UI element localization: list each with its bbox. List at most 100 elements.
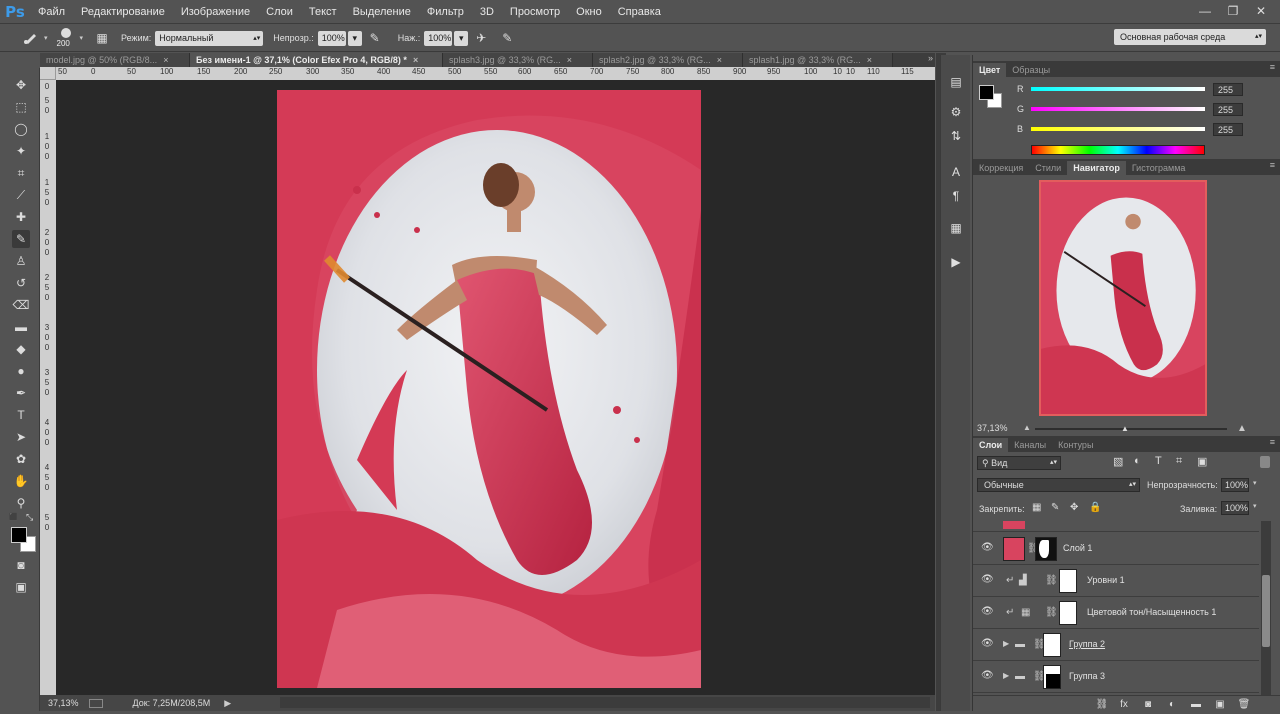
lock-transparent-icon[interactable]: ▦ xyxy=(1032,502,1041,513)
lock-position-icon[interactable]: ✥ xyxy=(1070,502,1078,513)
close-tab-icon[interactable]: × xyxy=(717,55,722,65)
pressure-opacity-icon[interactable]: ✎ xyxy=(366,29,384,47)
layers-scrollbar[interactable] xyxy=(1261,521,1271,697)
menu-image[interactable]: Изображение xyxy=(173,0,258,24)
eyedropper-tool-icon[interactable]: ⟋ xyxy=(12,186,30,204)
tab-channels[interactable]: Каналы xyxy=(1008,438,1052,452)
gradient-tool-icon[interactable]: ▬ xyxy=(12,318,30,336)
tab-swatches[interactable]: Образцы xyxy=(1006,63,1056,77)
filter-adjust-icon[interactable]: ◐ xyxy=(1134,455,1141,467)
layer-opacity-input[interactable]: 100% xyxy=(1221,478,1249,492)
menu-help[interactable]: Справка xyxy=(610,0,669,24)
shape-tool-icon[interactable]: ✿ xyxy=(12,450,30,468)
visibility-eye-icon[interactable]: 👁 xyxy=(981,606,994,618)
filter-shape-icon[interactable]: ⌗ xyxy=(1176,455,1182,468)
r-value[interactable]: 255 xyxy=(1213,82,1243,96)
link-layers-icon[interactable]: ⛓ xyxy=(1093,696,1111,714)
color-spectrum-bar[interactable] xyxy=(1031,145,1205,155)
tab-splash3[interactable]: splash3.jpg @ 33,3% (RG... × xyxy=(443,53,593,67)
flow-input[interactable]: 100% xyxy=(424,30,453,46)
crop-tool-icon[interactable]: ⌗ xyxy=(12,164,30,182)
menu-edit[interactable]: Редактирование xyxy=(73,0,173,24)
dodge-tool-icon[interactable]: ● xyxy=(12,362,30,380)
blend-mode-select[interactable]: Обычные ▴▾ xyxy=(977,478,1140,492)
paragraph-panel-icon[interactable]: ¶ xyxy=(946,187,966,205)
tab-styles[interactable]: Стили xyxy=(1029,161,1067,175)
g-value[interactable]: 255 xyxy=(1213,102,1243,116)
tab-histogram[interactable]: Гистограмма xyxy=(1126,161,1192,175)
default-colors-icon[interactable]: ⬛ xyxy=(9,513,19,521)
actions-panel-icon[interactable]: ⚙ xyxy=(946,103,966,121)
menu-window[interactable]: Окно xyxy=(568,0,610,24)
document-image[interactable] xyxy=(277,90,701,688)
flow-dropdown[interactable]: ▾ xyxy=(454,30,469,46)
zoom-in-icon[interactable]: ▲ xyxy=(1237,423,1247,434)
layer-row[interactable]: 👁 ↵ ▦ ⛓ Цветовой тон/Насыщенность 1 xyxy=(973,597,1259,629)
clone-stamp-icon[interactable]: ♙ xyxy=(12,252,30,270)
expand-group-icon[interactable]: ▶ xyxy=(1003,671,1009,680)
fill-input[interactable]: 100% xyxy=(1221,501,1249,515)
close-tab-icon[interactable]: × xyxy=(163,55,168,65)
brush-size-picker[interactable]: 200 xyxy=(56,27,78,49)
zoom-out-icon[interactable]: ▲ xyxy=(1023,423,1031,432)
opacity-input[interactable]: 100% xyxy=(317,30,346,46)
filter-type-icon[interactable]: T xyxy=(1155,455,1162,467)
close-tab-icon[interactable]: × xyxy=(413,55,418,65)
navigator-zoom-slider[interactable] xyxy=(1035,428,1227,430)
foreground-color-swatch[interactable] xyxy=(11,527,27,543)
layer-partial-above[interactable] xyxy=(973,521,1259,532)
hand-tool-icon[interactable]: ✋ xyxy=(12,472,30,490)
tab-splash2[interactable]: splash2.jpg @ 33,3% (RG... × xyxy=(593,53,743,67)
info-panel-icon[interactable]: ▦ xyxy=(946,219,966,237)
menu-type[interactable]: Текст xyxy=(301,0,345,24)
tab-paths[interactable]: Контуры xyxy=(1052,438,1099,452)
fill-dropdown[interactable]: ▾ xyxy=(1253,502,1257,510)
menu-filter[interactable]: Фильтр xyxy=(419,0,472,24)
workspace-select[interactable]: Основная рабочая среда ▴▾ xyxy=(1114,29,1266,45)
panel-menu-icon[interactable]: ≡ xyxy=(1270,160,1275,170)
layer-row[interactable]: 👁 ▶ ▬ ⛓ Группа 2 xyxy=(973,629,1259,661)
new-layer-icon[interactable]: ▣ xyxy=(1211,696,1229,714)
eraser-tool-icon[interactable]: ⌫ xyxy=(12,296,30,314)
layer-row[interactable]: 👁 ↵ ▟ ⛓ Уровни 1 xyxy=(973,565,1259,597)
close-window-button[interactable]: ✕ xyxy=(1252,3,1270,19)
visibility-eye-icon[interactable]: 👁 xyxy=(981,670,994,682)
magic-wand-icon[interactable]: ✦ xyxy=(12,142,30,160)
swap-colors-icon[interactable]: ⤡ xyxy=(26,512,33,523)
lasso-tool-icon[interactable]: ◯ xyxy=(12,120,30,138)
red-slider[interactable]: R 255 xyxy=(1017,82,1243,96)
navigator-zoom-value[interactable]: 37,13% xyxy=(977,423,1008,433)
panel-menu-icon[interactable]: ≡ xyxy=(1270,437,1275,447)
b-value[interactable]: 255 xyxy=(1213,122,1243,136)
menu-file[interactable]: Файл xyxy=(30,0,73,24)
pen-tool-icon[interactable]: ✒ xyxy=(12,384,30,402)
tab-model[interactable]: model.jpg @ 50% (RGB/8... × xyxy=(40,53,190,67)
restore-button[interactable]: ❐ xyxy=(1224,3,1242,19)
trash-icon[interactable]: 🗑 xyxy=(1235,696,1253,714)
tab-color[interactable]: Цвет xyxy=(973,63,1007,77)
brush-tool-preset-icon[interactable] xyxy=(22,29,40,47)
mode-select[interactable]: Нормальный ▴▾ xyxy=(155,30,264,46)
menu-view[interactable]: Просмотр xyxy=(502,0,568,24)
panel-menu-icon[interactable]: ≡ xyxy=(1270,62,1275,72)
vertical-ruler[interactable]: 0 5 0 1 0 0 1 5 0 2 0 0 2 5 0 3 0 0 3 5 … xyxy=(40,80,56,695)
opacity-dropdown[interactable]: ▾ xyxy=(347,30,362,46)
brush-tool-icon[interactable]: ✎ xyxy=(12,230,30,248)
layer-row[interactable]: 👁 ▶ ▬ ⛓ Группа 3 xyxy=(973,661,1259,693)
horizontal-scrollbar[interactable] xyxy=(280,697,930,708)
new-group-icon[interactable]: ▬ xyxy=(1187,696,1205,714)
layer-filter-select[interactable]: ⚲ Вид ▴▾ xyxy=(977,456,1061,470)
blue-slider[interactable]: B 255 xyxy=(1017,122,1243,136)
healing-brush-icon[interactable]: ✚ xyxy=(12,208,30,226)
screen-mode-icon[interactable]: ▣ xyxy=(12,578,30,596)
history-panel-icon[interactable]: ▤ xyxy=(946,73,966,91)
new-adjustment-icon[interactable]: ◐ xyxy=(1163,696,1181,714)
zoom-level[interactable]: 37,13% xyxy=(48,698,79,708)
expand-group-icon[interactable]: ▶ xyxy=(1003,639,1009,648)
visibility-eye-icon[interactable]: 👁 xyxy=(981,638,994,650)
filter-smart-icon[interactable]: ▣ xyxy=(1197,455,1207,468)
play-panel-icon[interactable]: ▶ xyxy=(946,253,966,271)
adjust-panel-icon[interactable]: ⇅ xyxy=(946,127,966,145)
menu-select[interactable]: Выделение xyxy=(345,0,419,24)
quick-mask-icon[interactable]: ◙ xyxy=(12,556,30,574)
